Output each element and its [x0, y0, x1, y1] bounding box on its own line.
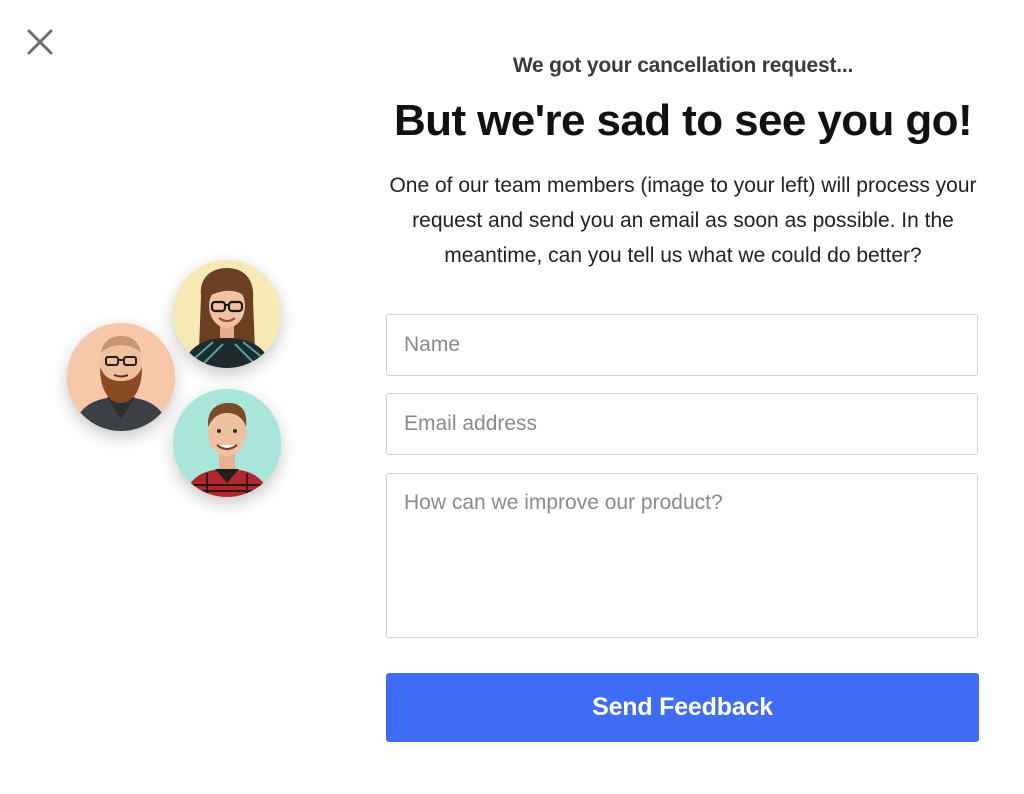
description-text: One of our team members (image to your l… [389, 174, 977, 267]
feedback-textarea[interactable] [386, 473, 978, 638]
page-title: But we're sad to see you go! [394, 96, 973, 145]
close-button[interactable] [22, 24, 58, 60]
email-input[interactable] [386, 393, 978, 455]
send-feedback-button[interactable]: Send Feedback [386, 673, 979, 742]
avatar [67, 323, 175, 431]
avatar [173, 389, 281, 497]
close-icon [27, 29, 53, 55]
team-avatars [60, 255, 300, 505]
eyebrow-text: We got your cancellation request... [512, 54, 854, 77]
name-input[interactable] [386, 314, 978, 376]
cancellation-dialog: We got your cancellation request... But … [0, 0, 1024, 794]
avatar [173, 260, 281, 368]
